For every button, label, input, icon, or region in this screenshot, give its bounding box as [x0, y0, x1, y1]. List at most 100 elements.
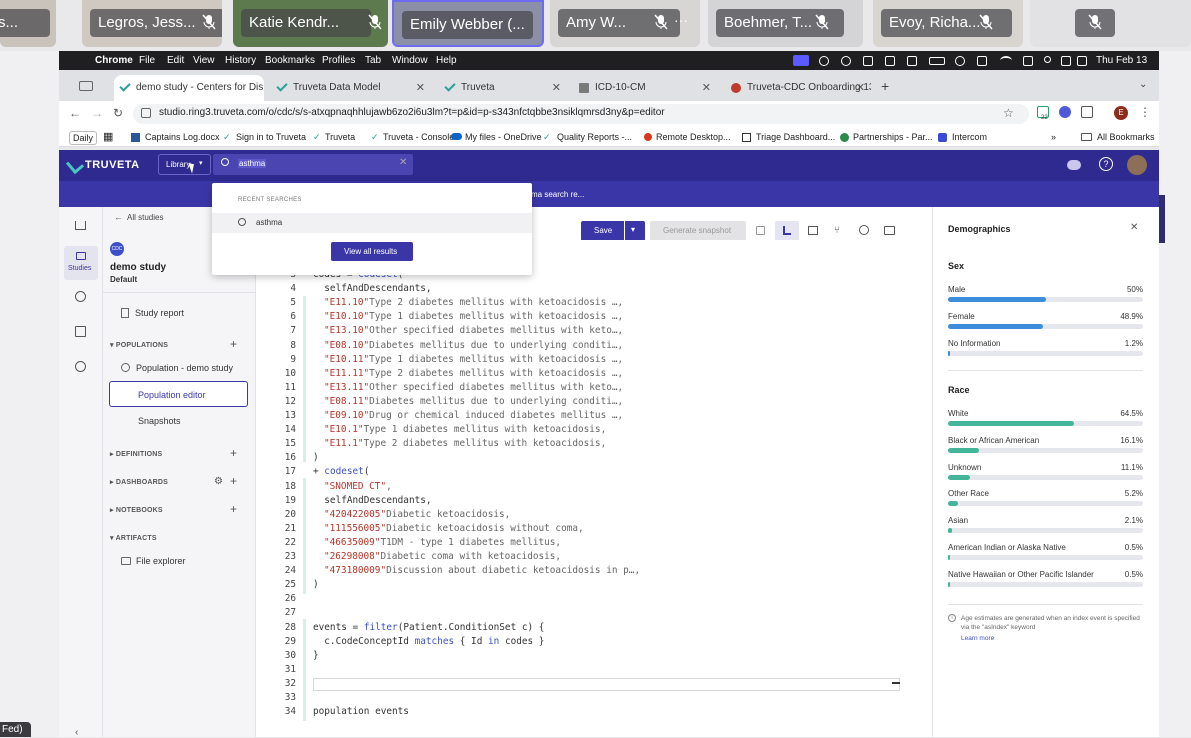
status-icon[interactable] — [977, 56, 987, 66]
tab-onboarding[interactable]: Truveta-CDC Onboarding 13 ✕ — [725, 75, 871, 101]
branch-icon[interactable]: ⑂ — [834, 225, 840, 236]
tab-truveta[interactable]: Truveta ✕ — [439, 75, 567, 101]
code-line[interactable]: "46635009"T1DM - type 1 diabetes mellitu… — [324, 537, 561, 548]
status-icon[interactable] — [863, 56, 873, 66]
new-tab-icon[interactable]: + — [881, 78, 889, 94]
menu-profiles[interactable]: Profiles — [322, 51, 355, 70]
generate-snapshot-button[interactable]: Generate snapshot — [650, 221, 746, 241]
add-population-icon[interactable]: + — [230, 337, 237, 351]
status-icon[interactable] — [819, 56, 829, 66]
settings-gear-icon[interactable]: ⚙ — [214, 476, 223, 487]
participant-tile[interactable]: Legros, Jess... — [82, 0, 222, 47]
save-button[interactable]: Save — [581, 221, 624, 241]
back-icon[interactable]: ← — [69, 106, 81, 120]
status-icon[interactable] — [841, 56, 851, 66]
code-line[interactable]: "E11.10"Type 2 diabetes mellitus with ke… — [324, 297, 623, 308]
bookmark-all-bookmarks[interactable]: All Bookmarks — [1097, 127, 1155, 147]
rail-item-studies[interactable]: Studies — [64, 246, 98, 280]
close-icon[interactable]: ✕ — [1130, 222, 1138, 233]
back-arrow-icon[interactable]: ← — [114, 212, 123, 222]
definitions-section-header[interactable]: ▸ DEFINITIONS — [110, 450, 162, 458]
site-info-icon[interactable] — [141, 108, 151, 118]
menu-file[interactable]: File — [139, 51, 155, 70]
code-line[interactable]: selfAndDescendants, — [313, 283, 431, 294]
profile-avatar[interactable]: E — [1114, 106, 1128, 120]
code-line[interactable]: "26298008"Diabetic coma with ketoacidosi… — [324, 551, 561, 562]
code-line[interactable]: c.CodeConceptId matches { Id in codes } — [313, 636, 544, 647]
recent-search-item[interactable]: asthma — [212, 213, 532, 233]
bookmark-captains-log[interactable]: Captains Log.docx — [145, 127, 220, 147]
chrome-menu-icon[interactable]: ⋮ — [1139, 105, 1151, 119]
status-icon[interactable] — [885, 56, 895, 66]
search-bar[interactable]: asthma ✕ — [213, 154, 413, 175]
menu-help[interactable]: Help — [436, 51, 457, 70]
code-line[interactable]: "E08.11"Diabetes mellitus due to underly… — [324, 396, 623, 407]
code-line[interactable]: "111556005"Diabetic ketoacidosis without… — [324, 523, 584, 534]
sidebar-item-population[interactable]: Population - demo study — [136, 363, 233, 373]
dashboards-section-header[interactable]: ▸ DASHBOARDS — [110, 478, 168, 486]
code-line[interactable]: "E11.11"Type 2 diabetes mellitus with ke… — [324, 368, 623, 379]
menu-tab[interactable]: Tab — [365, 51, 381, 70]
table-icon[interactable] — [808, 226, 818, 235]
add-notebook-icon[interactable]: + — [230, 502, 237, 516]
comment-icon[interactable] — [884, 226, 895, 235]
menu-view[interactable]: View — [193, 51, 215, 70]
status-icon[interactable] — [1061, 56, 1071, 66]
code-line[interactable]: + codeset( — [313, 466, 369, 477]
more-bookmarks-icon[interactable]: » — [1051, 127, 1056, 147]
spotlight-search-icon[interactable] — [1044, 56, 1051, 63]
address-field[interactable]: studio.ring3.truveta.com/o/cdc/s/s-atxqp… — [133, 104, 1029, 124]
library-dropdown[interactable]: Library ▾ — [158, 154, 211, 175]
control-center-icon[interactable] — [1023, 56, 1033, 66]
tab-search-icon[interactable]: ⌄ — [1139, 79, 1147, 90]
bookmark-intercom[interactable]: Intercom — [952, 127, 987, 147]
code-line[interactable]: "E10.11"Type 1 diabetes mellitus with ke… — [324, 354, 623, 365]
code-line[interactable]: "E10.10"Type 1 diabetes mellitus with ke… — [324, 311, 623, 322]
status-icon[interactable] — [1077, 56, 1087, 66]
bookmark-partnerships[interactable]: Partnerships - Par... — [853, 127, 933, 147]
user-avatar[interactable] — [1127, 155, 1147, 175]
calendar-icon[interactable] — [756, 226, 765, 235]
screen-share-icon[interactable] — [793, 55, 809, 66]
battery-icon[interactable] — [929, 57, 945, 65]
add-definition-icon[interactable]: + — [230, 446, 237, 460]
bookmark-triage-dashboard[interactable]: Triage Dashboard... — [756, 127, 835, 147]
close-tab-icon[interactable]: ✕ — [416, 75, 425, 101]
code-line[interactable]: "E11.1"Type 2 diabetes mellitus with ket… — [324, 438, 606, 449]
search-results-banner[interactable]: ma search re... — [531, 190, 584, 199]
code-line[interactable]: population events — [313, 706, 409, 717]
network-icon[interactable] — [75, 361, 86, 372]
view-all-results-button[interactable]: View all results — [331, 242, 413, 261]
more-options-icon[interactable]: ··· — [674, 12, 688, 28]
menu-bookmarks[interactable]: Bookmarks — [265, 51, 315, 70]
forward-icon[interactable]: → — [91, 106, 103, 120]
menu-window[interactable]: Window — [392, 51, 428, 70]
code-line[interactable]: "420422005"Diabetic ketoacidosis, — [324, 509, 510, 520]
code-line[interactable]: "E13.11"Other specified diabetes mellitu… — [324, 382, 623, 393]
wifi-icon[interactable] — [1000, 56, 1012, 65]
code-line[interactable]: selfAndDescendants, — [313, 495, 431, 506]
collapse-icon[interactable]: ‹ — [75, 727, 78, 738]
sidebar-item-population-editor[interactable]: Population editor — [109, 381, 248, 407]
status-icon[interactable] — [955, 56, 965, 66]
participant-tile[interactable]: Katie Kendr... — [233, 0, 388, 47]
toggle-icon[interactable] — [1067, 160, 1081, 170]
bookmark-truveta[interactable]: Truveta — [325, 127, 355, 147]
artifacts-section-header[interactable]: ▾ ARTIFACTS — [110, 534, 157, 542]
participant-tile-active-speaker[interactable]: Emily Webber (... — [392, 0, 544, 47]
participant-tile[interactable]: Boehmer, T... — [708, 0, 863, 47]
bookmark-daily[interactable]: Daily — [69, 131, 98, 145]
save-options-button[interactable]: ▾ — [625, 221, 645, 241]
history-icon[interactable] — [859, 225, 869, 235]
menu-chrome[interactable]: Chrome — [95, 51, 133, 70]
sidebar-toggle-icon[interactable] — [79, 81, 93, 91]
sidebar-item-snapshots[interactable]: Snapshots — [138, 416, 181, 426]
code-line[interactable]: "E10.1"Type 1 diabetes mellitus with ket… — [324, 424, 606, 435]
participant-tile[interactable]: s... — [0, 0, 56, 47]
tab-truveta-data-model[interactable]: Truveta Data Model ✕ — [271, 75, 431, 101]
tab-icd-10-cm[interactable]: ICD-10-CM ✕ — [573, 75, 717, 101]
extensions-puzzle-icon[interactable] — [1081, 106, 1093, 118]
close-tab-icon[interactable]: ✕ — [856, 75, 865, 101]
code-line[interactable]: "SNOMED CT", — [324, 481, 392, 492]
all-studies-link[interactable]: All studies — [127, 213, 163, 222]
